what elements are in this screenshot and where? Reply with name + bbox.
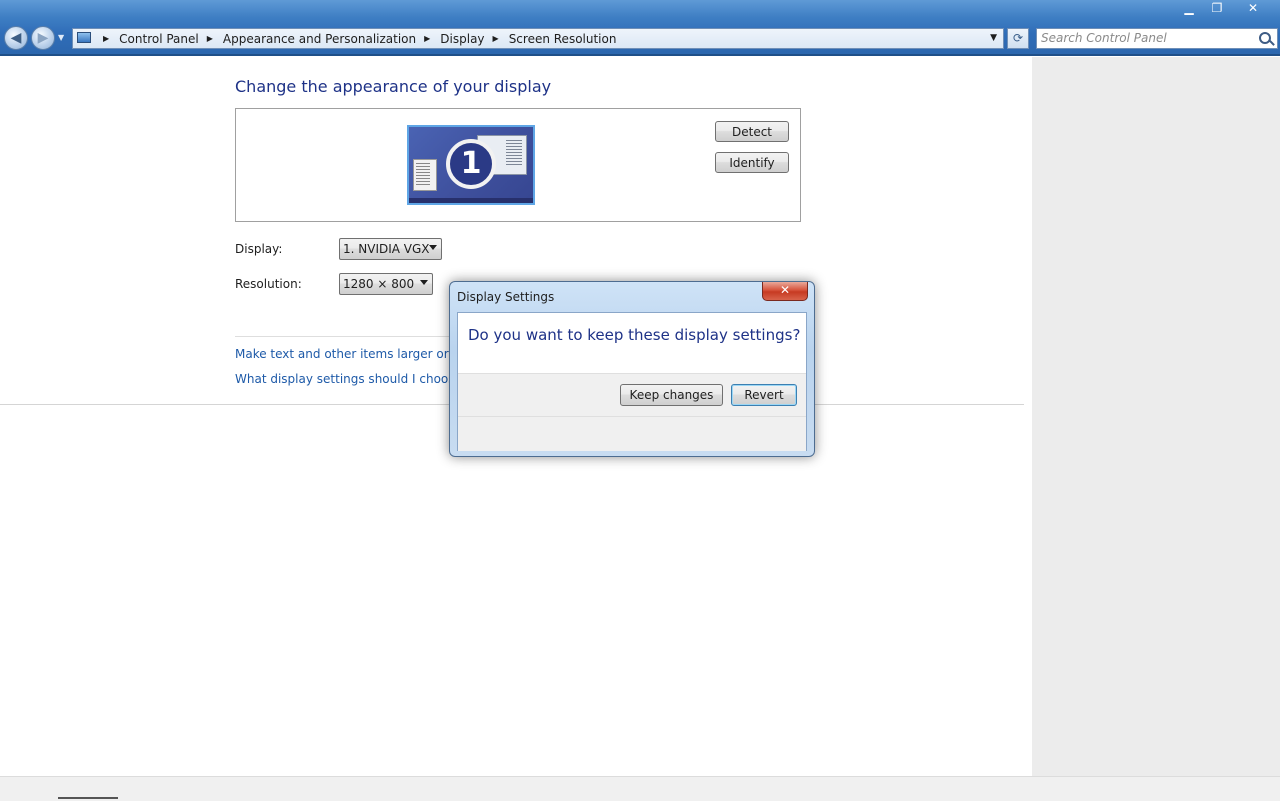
- chevron-down-icon: [429, 245, 437, 250]
- address-bar[interactable]: ▶ Control Panel ▶ Appearance and Persona…: [72, 28, 1004, 49]
- dialog-body: Do you want to keep these display settin…: [457, 312, 807, 451]
- dialog-question: Do you want to keep these display settin…: [468, 326, 801, 344]
- refresh-icon: ⟳: [1012, 31, 1024, 45]
- breadcrumb-separator-icon[interactable]: ▶: [493, 34, 499, 43]
- resolution-label: Resolution:: [235, 277, 302, 291]
- explorer-toolbar: ▁ ❐ ✕ ◀ ▶ ▼ ▶ Control Panel ▶ Appearance…: [0, 0, 1280, 56]
- detect-button[interactable]: Detect: [715, 121, 789, 142]
- refresh-button[interactable]: ⟳: [1007, 28, 1029, 49]
- monitor-number: 1: [446, 139, 496, 189]
- display-select-value: 1. NVIDIA VGX: [343, 242, 430, 256]
- back-button[interactable]: ◀: [4, 26, 28, 50]
- display-preview-panel: 1 Detect Identify: [235, 108, 801, 222]
- search-input[interactable]: [1041, 31, 1251, 45]
- chevron-down-icon: ▼: [58, 33, 65, 42]
- breadcrumb-separator-icon[interactable]: ▶: [424, 34, 430, 43]
- dialog-close-button[interactable]: ✕: [762, 282, 808, 301]
- link-text-size[interactable]: Make text and other items larger or smal…: [235, 347, 449, 361]
- dialog-title: Display Settings: [457, 290, 555, 304]
- breadcrumb: ▶ Control Panel ▶ Appearance and Persona…: [97, 29, 618, 48]
- maximize-button[interactable]: ❐: [1203, 0, 1231, 18]
- resolution-select[interactable]: 1280 × 800: [339, 273, 433, 295]
- search-box[interactable]: [1036, 28, 1278, 49]
- breadcrumb-control-panel[interactable]: Control Panel: [117, 32, 201, 46]
- identify-button[interactable]: Identify: [715, 152, 789, 173]
- chevron-down-icon: [420, 280, 428, 285]
- forward-button[interactable]: ▶: [31, 26, 55, 50]
- breadcrumb-appearance[interactable]: Appearance and Personalization: [221, 32, 418, 46]
- revert-button[interactable]: Revert: [731, 384, 797, 406]
- link-display-help[interactable]: What display settings should I choose?: [235, 372, 468, 386]
- monitor-window-icon: [413, 159, 437, 191]
- restore-icon: ❐: [1211, 1, 1223, 15]
- display-settings-dialog: Display Settings ✕ Do you want to keep t…: [449, 281, 815, 457]
- search-icon[interactable]: [1259, 32, 1271, 44]
- address-dropdown-icon[interactable]: ▼: [990, 33, 997, 43]
- footer-divider: [458, 416, 806, 417]
- divider: [235, 336, 455, 337]
- bottom-strip: [0, 776, 1280, 801]
- close-icon: ✕: [779, 283, 791, 297]
- monitor-taskbar: [409, 198, 533, 203]
- control-panel-icon: [77, 32, 91, 43]
- breadcrumb-separator-icon[interactable]: ▶: [207, 34, 213, 43]
- close-icon: ✕: [1247, 1, 1259, 15]
- close-window-button[interactable]: ✕: [1232, 0, 1274, 18]
- monitor-1-icon[interactable]: 1: [407, 125, 535, 205]
- dialog-footer: Keep changes Revert: [458, 373, 806, 451]
- scroll-indicator: [58, 797, 118, 799]
- right-pane: [1032, 57, 1280, 777]
- keep-changes-button[interactable]: Keep changes: [620, 384, 723, 406]
- breadcrumb-display[interactable]: Display: [438, 32, 486, 46]
- resolution-select-value: 1280 × 800: [343, 277, 415, 291]
- minimize-button[interactable]: ▁: [1175, 0, 1203, 18]
- breadcrumb-screen-resolution[interactable]: Screen Resolution: [507, 32, 619, 46]
- back-arrow-icon: ◀: [10, 30, 22, 46]
- forward-arrow-icon: ▶: [37, 30, 49, 46]
- breadcrumb-separator-icon[interactable]: ▶: [103, 34, 109, 43]
- display-select[interactable]: 1. NVIDIA VGX: [339, 238, 442, 260]
- display-label: Display:: [235, 242, 283, 256]
- minimize-icon: ▁: [1184, 1, 1194, 15]
- recent-pages-dropdown[interactable]: ▼: [58, 33, 64, 42]
- page-title: Change the appearance of your display: [235, 77, 552, 96]
